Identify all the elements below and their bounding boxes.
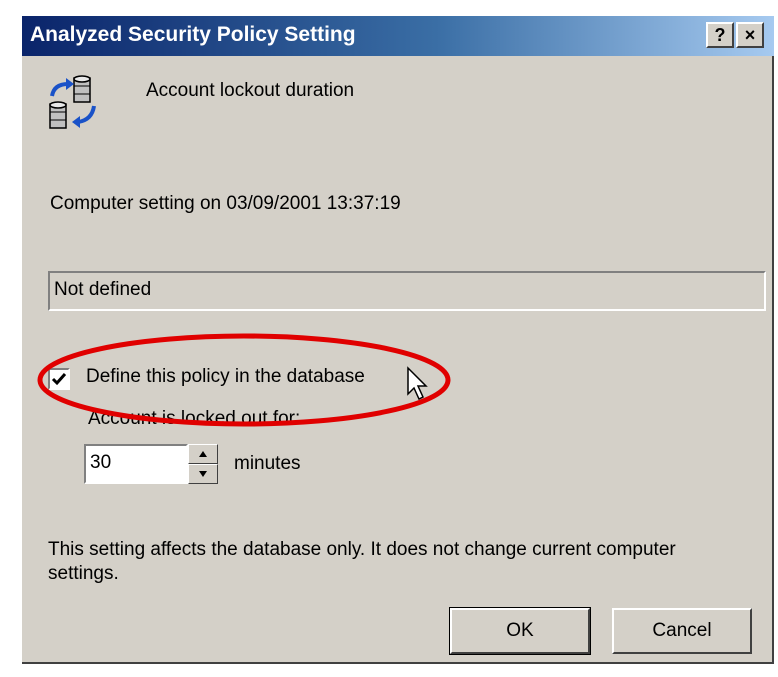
database-note: This setting affects the database only. … [48, 539, 676, 584]
policy-name: Account lockout duration [146, 80, 355, 101]
minutes-unit-label: minutes [234, 453, 301, 474]
computer-setting-label: Computer setting on 03/09/2001 13:37:19 [50, 193, 401, 214]
spin-down-button[interactable] [188, 464, 218, 484]
lockout-minutes-input[interactable]: 30 [84, 444, 188, 484]
arrow-up-icon [199, 451, 207, 457]
arrow-down-icon [199, 471, 207, 477]
cancel-button[interactable]: Cancel [612, 608, 752, 654]
dialog-window: Analyzed Security Policy Setting ? × Acc… [22, 16, 774, 664]
close-button[interactable]: × [736, 22, 764, 48]
policy-database-icon [49, 75, 96, 129]
window-title: Analyzed Security Policy Setting [30, 23, 356, 46]
computer-setting-value: Not defined [48, 271, 766, 311]
help-button[interactable]: ? [706, 22, 734, 48]
spin-up-button[interactable] [188, 444, 218, 464]
ok-button[interactable]: OK [449, 607, 591, 655]
highlight-ellipse [37, 333, 451, 427]
title-bar[interactable]: Analyzed Security Policy Setting ? × [22, 16, 774, 56]
mouse-cursor-icon [407, 366, 428, 401]
